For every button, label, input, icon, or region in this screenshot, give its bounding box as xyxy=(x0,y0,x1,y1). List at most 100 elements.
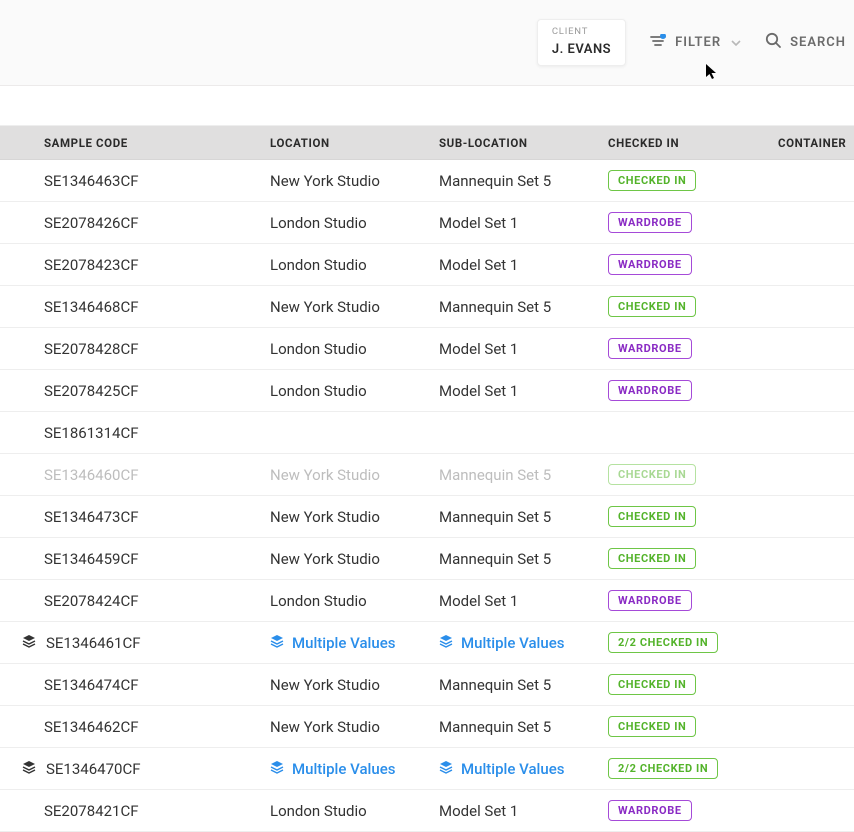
col-header-container[interactable]: CONTAINER xyxy=(778,136,854,150)
table-header: SAMPLE CODE LOCATION SUB-LOCATION CHECKE… xyxy=(0,126,854,160)
table-row[interactable]: SE1346463CFNew York StudioMannequin Set … xyxy=(0,160,854,202)
cell-status: WARDROBE xyxy=(608,590,778,611)
search-button[interactable]: SEARCH xyxy=(765,32,846,53)
col-header-sample[interactable]: SAMPLE CODE xyxy=(0,136,270,150)
status-badge: WARDROBE xyxy=(608,800,692,821)
col-header-location[interactable]: LOCATION xyxy=(270,136,439,150)
cell-sample-code: SE1346474CF xyxy=(0,676,270,694)
cell-status: CHECKED IN xyxy=(608,464,778,485)
cell-status: CHECKED IN xyxy=(608,716,778,737)
cell-sample-code: SE2078425CF xyxy=(0,382,270,400)
stack-icon xyxy=(439,760,453,778)
samples-table: SAMPLE CODE LOCATION SUB-LOCATION CHECKE… xyxy=(0,126,854,832)
col-header-sublocation[interactable]: SUB-LOCATION xyxy=(439,136,608,150)
cell-sublocation: Mannequin Set 5 xyxy=(439,466,608,484)
table-row[interactable]: SE1346459CFNew York StudioMannequin Set … xyxy=(0,538,854,580)
cell-sample-code: SE2078423CF xyxy=(0,256,270,274)
status-badge: CHECKED IN xyxy=(608,464,696,485)
cell-sublocation: Model Set 1 xyxy=(439,802,608,820)
status-badge: WARDROBE xyxy=(608,380,692,401)
status-badge: WARDROBE xyxy=(608,212,692,233)
cell-sublocation: Mannequin Set 5 xyxy=(439,676,608,694)
sample-code-text: SE2078428CF xyxy=(44,340,139,358)
table-row[interactable]: SE2078425CFLondon StudioModel Set 1WARDR… xyxy=(0,370,854,412)
table-body: SE1346463CFNew York StudioMannequin Set … xyxy=(0,160,854,832)
cell-location: New York Studio xyxy=(270,466,439,484)
toolbar: CLIENT J. EVANS FILTER SEARCH xyxy=(0,0,854,86)
multiple-values-text: Multiple Values xyxy=(461,634,564,652)
multiple-values-link[interactable]: Multiple Values xyxy=(439,760,564,778)
status-badge: CHECKED IN xyxy=(608,674,696,695)
cell-location: New York Studio xyxy=(270,676,439,694)
cell-location: New York Studio xyxy=(270,298,439,316)
col-header-status[interactable]: CHECKED IN xyxy=(608,136,778,150)
sample-code-text: SE1346461CF xyxy=(46,634,141,652)
table-row[interactable]: SE2078428CFLondon StudioModel Set 1WARDR… xyxy=(0,328,854,370)
sample-code-text: SE1346462CF xyxy=(44,718,139,736)
cell-location: Multiple Values xyxy=(270,634,439,652)
cell-location: London Studio xyxy=(270,256,439,274)
cell-location: London Studio xyxy=(270,214,439,232)
client-chip[interactable]: CLIENT J. EVANS xyxy=(537,19,626,66)
sample-code-text: SE2078425CF xyxy=(44,382,139,400)
cell-sample-code: SE1346473CF xyxy=(0,508,270,526)
cell-sample-code: SE1346468CF xyxy=(0,298,270,316)
stack-icon xyxy=(22,634,36,652)
table-row[interactable]: SE1346460CF New York StudioMannequin Set … xyxy=(0,454,854,496)
sample-code-text: SE1346460CF xyxy=(44,466,139,484)
stack-icon xyxy=(22,760,36,778)
cell-sublocation: Mannequin Set 5 xyxy=(439,508,608,526)
table-row[interactable]: SE1346462CFNew York StudioMannequin Set … xyxy=(0,706,854,748)
multiple-values-link[interactable]: Multiple Values xyxy=(439,634,564,652)
sample-code-text: SE1346463CF xyxy=(44,172,139,190)
table-row[interactable]: SE2078423CFLondon StudioModel Set 1WARDR… xyxy=(0,244,854,286)
cell-location: Multiple Values xyxy=(270,760,439,778)
cell-status: WARDROBE xyxy=(608,338,778,359)
sample-code-text: SE2078421CF xyxy=(44,802,139,820)
multiple-values-text: Multiple Values xyxy=(461,760,564,778)
cell-status: 2/2 CHECKED IN xyxy=(608,758,778,779)
sample-code-text: SE1346470CF xyxy=(46,760,141,778)
search-icon xyxy=(765,32,782,53)
sample-code-text: SE2078426CF xyxy=(44,214,139,232)
status-badge: 2/2 CHECKED IN xyxy=(608,758,718,779)
filter-button[interactable]: FILTER xyxy=(650,34,741,52)
status-badge: WARDROBE xyxy=(608,254,692,275)
cell-sublocation: Mannequin Set 5 xyxy=(439,172,608,190)
table-row[interactable]: SE1861314CF xyxy=(0,412,854,454)
table-row[interactable]: SE2078426CF London StudioModel Set 1WARDR… xyxy=(0,202,854,244)
sample-code-text: SE1346459CF xyxy=(44,550,139,568)
cell-status: WARDROBE xyxy=(608,800,778,821)
stack-icon xyxy=(270,760,284,778)
status-badge: CHECKED IN xyxy=(608,170,696,191)
status-badge: WARDROBE xyxy=(608,338,692,359)
sample-code-text: SE1346474CF xyxy=(44,676,139,694)
status-badge: WARDROBE xyxy=(608,590,692,611)
cell-sample-code: SE2078424CF xyxy=(0,592,270,610)
cell-sample-code: SE1346459CF xyxy=(0,550,270,568)
table-row[interactable]: SE2078424CFLondon StudioModel Set 1WARDR… xyxy=(0,580,854,622)
status-badge: CHECKED IN xyxy=(608,296,696,317)
cell-status: CHECKED IN xyxy=(608,674,778,695)
table-row[interactable]: SE1346468CFNew York StudioMannequin Set … xyxy=(0,286,854,328)
table-row[interactable]: SE1346470CF Multiple Values Multiple Value… xyxy=(0,748,854,790)
table-row[interactable]: SE1346474CF New York StudioMannequin Set … xyxy=(0,664,854,706)
multiple-values-text: Multiple Values xyxy=(292,634,395,652)
chevron-down-icon xyxy=(731,35,741,50)
filter-icon xyxy=(650,34,667,52)
cell-sample-code: SE1346470CF xyxy=(0,760,270,778)
cell-status: 2/2 CHECKED IN xyxy=(608,632,778,653)
table-row[interactable]: SE1346473CFNew York StudioMannequin Set … xyxy=(0,496,854,538)
client-chip-label: CLIENT xyxy=(552,26,611,37)
multiple-values-link[interactable]: Multiple Values xyxy=(270,634,395,652)
cell-sublocation: Multiple Values xyxy=(439,760,608,778)
table-row[interactable]: SE1346461CF Multiple Values Multiple Value… xyxy=(0,622,854,664)
cell-sublocation: Model Set 1 xyxy=(439,214,608,232)
sample-code-text: SE1861314CF xyxy=(44,424,139,442)
gap-bar xyxy=(0,86,854,126)
cell-status: WARDROBE xyxy=(608,254,778,275)
sample-code-text: SE2078423CF xyxy=(44,256,139,274)
cell-sublocation: Model Set 1 xyxy=(439,340,608,358)
multiple-values-link[interactable]: Multiple Values xyxy=(270,760,395,778)
cell-sublocation: Mannequin Set 5 xyxy=(439,550,608,568)
